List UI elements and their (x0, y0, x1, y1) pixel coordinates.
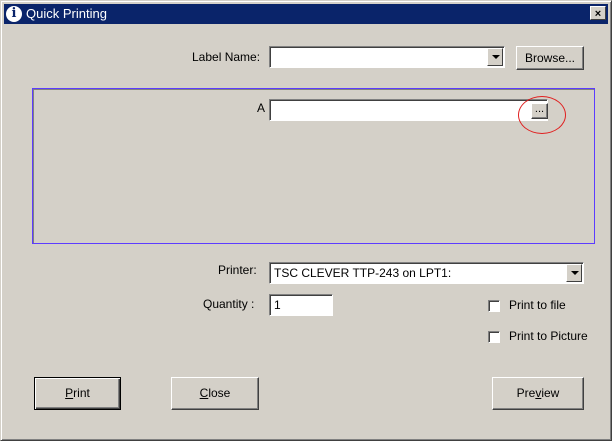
chevron-down-icon[interactable] (487, 48, 503, 66)
printer-label: Printer: (218, 263, 257, 277)
label-name-dropdown[interactable] (269, 46, 505, 68)
print-to-picture-label[interactable]: Print to Picture (509, 329, 588, 343)
label-name-label: Label Name: (192, 50, 261, 64)
close-button[interactable]: Close (171, 377, 259, 410)
close-window-button[interactable]: × (590, 6, 606, 20)
print-to-file-label[interactable]: Print to file (509, 298, 566, 312)
quantity-value: 1 (274, 298, 281, 312)
quantity-input[interactable]: 1 (269, 294, 333, 316)
print-button[interactable]: Print (34, 377, 121, 410)
close-rest: lose (208, 386, 231, 400)
printer-value: TSC CLEVER TTP-243 on LPT1: (274, 266, 452, 280)
preview-pre: Pre (516, 386, 536, 400)
print-to-picture-checkbox[interactable] (488, 331, 500, 343)
highlight-circle (518, 96, 566, 134)
chevron-down-icon[interactable] (566, 264, 582, 282)
print-mnemonic: P (65, 386, 74, 400)
variable-a-label: A (257, 101, 266, 115)
info-icon: i (6, 6, 22, 22)
title-bar[interactable]: i Quick Printing × (4, 4, 608, 24)
print-to-file-checkbox[interactable] (488, 300, 500, 312)
variable-a-input[interactable] (269, 99, 548, 121)
preview-button[interactable]: Preview (492, 377, 584, 410)
printer-dropdown[interactable]: TSC CLEVER TTP-243 on LPT1: (269, 262, 584, 284)
window-title: Quick Printing (26, 6, 107, 21)
print-rest: rint (73, 386, 90, 400)
quantity-label: Quantity : (203, 297, 255, 311)
preview-rest: iew (541, 386, 560, 400)
browse-button[interactable]: Browse... (516, 46, 584, 70)
